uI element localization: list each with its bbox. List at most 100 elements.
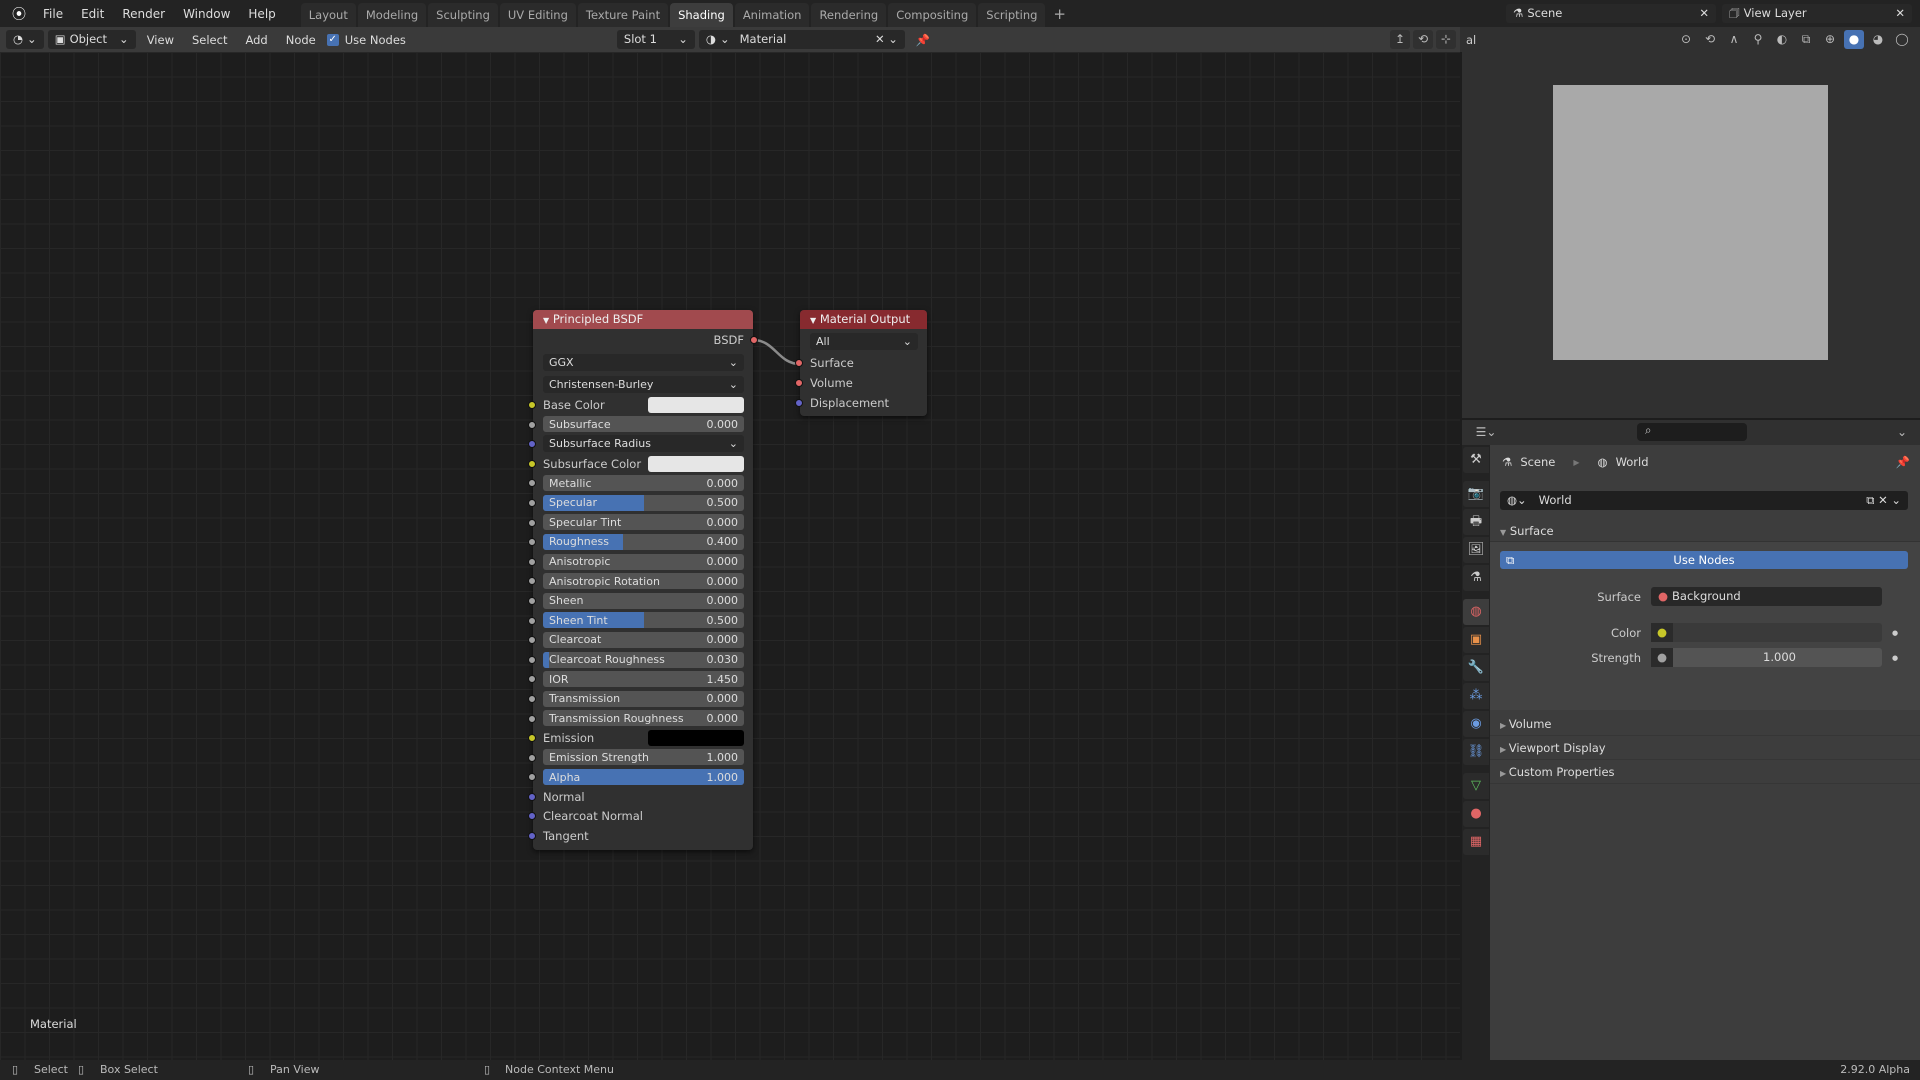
value-slider[interactable]: Alpha 1.000	[543, 769, 744, 786]
snap-mode-icon[interactable]: ⊹	[1436, 30, 1456, 49]
input-socket[interactable]	[528, 577, 536, 586]
node-header[interactable]: ▼ Material Output	[800, 310, 927, 329]
target-dropdown[interactable]: All ⌄	[810, 332, 918, 350]
tab-animation[interactable]: Animation	[734, 3, 810, 27]
overlay-icon[interactable]: ◐	[1772, 30, 1792, 49]
options-dropdown[interactable]: ⌄	[1892, 423, 1912, 442]
material-output-node[interactable]: ▼ Material Output All ⌄ Surface Volume Disp…	[795, 310, 927, 416]
value-slider[interactable]: Metallic 0.000	[543, 475, 744, 492]
menu-help[interactable]: Help	[239, 7, 284, 21]
value-slider[interactable]: Roughness 0.400	[543, 533, 744, 550]
input-socket[interactable]	[795, 359, 803, 367]
panel-custom-properties[interactable]: ▶ Custom Properties	[1490, 760, 1920, 784]
value-slider[interactable]: Anisotropic 0.000	[543, 553, 744, 570]
physics-icon[interactable]: ◉	[1463, 711, 1489, 737]
value-slider[interactable]: Subsurface 0.000	[543, 416, 744, 433]
modifier-icon[interactable]: 🔧	[1463, 655, 1489, 681]
input-socket[interactable]	[528, 518, 536, 527]
world-selector[interactable]: ◍⌄ World ⧉ ✕ ⌄	[1500, 491, 1908, 510]
strength-field[interactable]: ● 1.000	[1651, 648, 1882, 667]
menu-file[interactable]: File	[34, 7, 72, 21]
input-socket[interactable]	[528, 832, 536, 841]
material-icon[interactable]: ●	[1463, 801, 1489, 827]
menu-select[interactable]: Select	[185, 33, 234, 47]
tool-icon[interactable]: ⚒	[1463, 447, 1489, 473]
world-icon[interactable]: ◍	[1463, 599, 1489, 625]
node-editor-canvas[interactable]: ▼ Principled BSDF BSDF GGX ⌄ Christensen-…	[0, 52, 1460, 1060]
parent-node-icon[interactable]: ↥	[1390, 30, 1410, 49]
pin-icon[interactable]: 📌	[1896, 455, 1910, 469]
value-slider[interactable]: Clearcoat Roughness 0.030	[543, 651, 744, 668]
proportional-edit-icon[interactable]: ∧	[1724, 30, 1744, 49]
value-slider[interactable]: Sheen Tint 0.500	[543, 612, 744, 629]
scene-selector[interactable]: ⚗ Scene ✕	[1506, 4, 1716, 23]
editor-type-icon[interactable]: ☰⌄	[1472, 423, 1500, 442]
xray-icon[interactable]: ⧉	[1796, 30, 1816, 49]
pin-icon[interactable]: 📌	[909, 33, 937, 47]
viewport[interactable]	[1462, 52, 1920, 418]
input-socket[interactable]	[528, 420, 536, 429]
keyframe-dot-icon[interactable]: ●	[1892, 654, 1898, 662]
value-slider[interactable]: Sheen 0.000	[543, 592, 744, 609]
bsdf-output-socket[interactable]	[750, 336, 758, 344]
tab-compositing[interactable]: Compositing	[888, 3, 977, 27]
solid-shading-icon[interactable]: ●	[1844, 30, 1864, 49]
input-socket[interactable]	[528, 538, 536, 547]
scene-icon[interactable]: ⚗	[1463, 565, 1489, 591]
tab-sculpting[interactable]: Sculpting	[428, 3, 498, 27]
input-socket[interactable]	[528, 792, 536, 801]
input-socket[interactable]	[528, 498, 536, 507]
close-icon[interactable]: ✕	[1699, 4, 1709, 23]
view-layer-icon[interactable]: 🖼	[1463, 537, 1489, 563]
data-icon[interactable]: ▽	[1463, 773, 1489, 799]
tab-shading[interactable]: Shading	[670, 3, 733, 27]
value-slider[interactable]: Specular 0.500	[543, 494, 744, 511]
menu-edit[interactable]: Edit	[72, 7, 113, 21]
input-socket[interactable]	[528, 753, 536, 762]
search-input[interactable]: ⌕	[1637, 423, 1747, 441]
menu-node[interactable]: Node	[279, 33, 323, 47]
value-slider[interactable]: Anisotropic Rotation 0.000	[543, 573, 744, 590]
collapse-icon[interactable]: ▼	[810, 316, 816, 325]
input-socket[interactable]	[528, 773, 536, 782]
input-socket[interactable]	[528, 655, 536, 664]
snap-icon[interactable]: ⟲	[1413, 30, 1433, 49]
output-icon[interactable]: 🖶	[1463, 509, 1489, 535]
texture-icon[interactable]: ▦	[1463, 829, 1489, 855]
menu-add[interactable]: Add	[238, 33, 274, 47]
value-slider[interactable]: Specular Tint 0.000	[543, 514, 744, 531]
material-selector[interactable]: ◑ ⌄ Material ✕ ⌄	[698, 30, 905, 49]
add-workspace-button[interactable]: +	[1047, 5, 1072, 23]
value-slider[interactable]: Transmission Roughness 0.000	[543, 710, 744, 727]
color-swatch[interactable]	[648, 729, 744, 746]
vector-dropdown[interactable]: Subsurface Radius ⌄	[543, 435, 744, 453]
input-socket[interactable]	[528, 440, 536, 449]
editor-type-button[interactable]: ◔ ⌄	[6, 30, 44, 49]
menu-window[interactable]: Window	[174, 7, 239, 21]
value-slider[interactable]: Transmission 0.000	[543, 690, 744, 707]
input-socket[interactable]	[528, 734, 536, 743]
input-socket[interactable]	[528, 401, 536, 409]
panel-viewport-display[interactable]: ▶ Viewport Display	[1490, 736, 1920, 760]
unlink-icon[interactable]: ✕ ⌄	[875, 30, 898, 49]
wireframe-shading-icon[interactable]: ⊕	[1820, 30, 1840, 49]
slot-dropdown[interactable]: Slot 1 ⌄	[616, 30, 695, 49]
breadcrumb-scene[interactable]: Scene	[1520, 455, 1555, 469]
input-socket[interactable]	[528, 675, 536, 684]
input-socket[interactable]	[528, 557, 536, 566]
color-field[interactable]: ●	[1651, 623, 1882, 642]
tab-uv-editing[interactable]: UV Editing	[499, 3, 576, 27]
breadcrumb-world[interactable]: World	[1616, 455, 1649, 469]
input-socket[interactable]	[528, 459, 536, 468]
principled-bsdf-node[interactable]: ▼ Principled BSDF BSDF GGX ⌄ Christensen-…	[528, 310, 758, 850]
render-icon[interactable]: 📷	[1463, 481, 1489, 507]
input-socket[interactable]	[528, 636, 536, 645]
rendered-shading-icon[interactable]: ◯	[1892, 30, 1912, 49]
tab-texture-paint[interactable]: Texture Paint	[577, 3, 669, 27]
tab-scripting[interactable]: Scripting	[978, 3, 1046, 27]
input-socket[interactable]	[528, 714, 536, 723]
input-socket[interactable]	[528, 812, 536, 821]
tab-rendering[interactable]: Rendering	[811, 3, 887, 27]
color-swatch[interactable]	[648, 396, 744, 413]
gizmo-icon[interactable]: ⚲	[1748, 30, 1768, 49]
